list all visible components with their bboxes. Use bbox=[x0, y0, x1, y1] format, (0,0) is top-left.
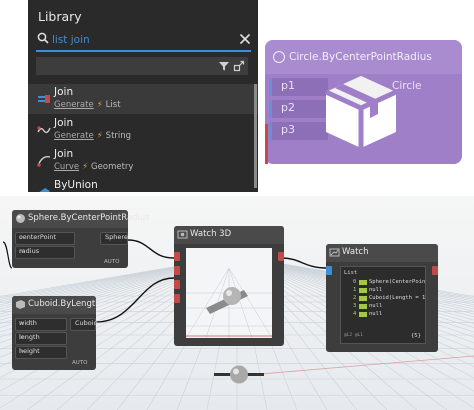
node-title: Sphere.ByCenterPointRadius bbox=[28, 213, 150, 223]
package-icon bbox=[324, 76, 398, 148]
watch3d-node[interactable]: Watch 3D bbox=[174, 226, 284, 346]
watch3d-viewport[interactable] bbox=[186, 248, 272, 338]
list-key-marker bbox=[359, 296, 367, 301]
sphere-node[interactable]: Sphere.ByCenterPointRadius centerPoint > … bbox=[12, 210, 150, 268]
result-type: String bbox=[105, 131, 132, 141]
solid-union-icon bbox=[39, 188, 50, 192]
background-geometry bbox=[214, 365, 264, 384]
lacing-label: AUTO bbox=[72, 360, 88, 366]
watch-node[interactable]: Watch List 0 Sphere(CenterPoin 1 null 2 … bbox=[326, 244, 438, 352]
watch-list-view[interactable]: List 0 Sphere(CenterPoin 1 null 2 Cuboid… bbox=[340, 266, 426, 344]
circle-icon bbox=[273, 51, 285, 63]
library-result-list-join[interactable]: Join Generate ⚡ List bbox=[28, 84, 258, 114]
library-filter-bar bbox=[36, 57, 248, 75]
input-width[interactable]: width > bbox=[15, 318, 67, 331]
input-pin[interactable] bbox=[174, 280, 180, 289]
input-pin[interactable] bbox=[174, 266, 180, 275]
list-key-marker bbox=[359, 312, 367, 317]
input-length[interactable]: length > bbox=[15, 332, 67, 345]
result-type: List bbox=[105, 100, 121, 110]
library-panel: Library Join Generate⚡List bbox=[28, 0, 258, 192]
string-join-icon bbox=[37, 126, 51, 134]
list-key-marker bbox=[359, 280, 367, 285]
result-name: Join bbox=[54, 148, 74, 160]
list-join-icon bbox=[38, 95, 50, 103]
list-row: null bbox=[369, 287, 383, 293]
library-result-byunion[interactable]: ByUnion bbox=[28, 177, 258, 192]
library-result-string-join[interactable]: Join Generate ⚡ String bbox=[28, 115, 258, 145]
bolt-icon: ⚡ bbox=[96, 100, 103, 110]
close-icon[interactable] bbox=[239, 33, 251, 45]
list-row: Sphere(CenterPoin bbox=[369, 279, 426, 285]
list-levels: @L2 @L1 bbox=[344, 333, 363, 338]
search-icon bbox=[37, 32, 49, 44]
input-pin[interactable] bbox=[174, 252, 180, 261]
output-pin[interactable] bbox=[278, 252, 284, 261]
result-name: Join bbox=[54, 117, 74, 129]
graph-canvas[interactable]: Sphere.ByCenterPointRadius centerPoint > … bbox=[0, 196, 474, 410]
result-category[interactable]: Generate bbox=[54, 131, 94, 141]
list-row: null bbox=[369, 311, 383, 317]
list-key-marker bbox=[359, 304, 367, 309]
library-result-curve-join[interactable]: Join Curve ⚡ Geometry bbox=[28, 146, 258, 176]
filter-icon[interactable] bbox=[218, 60, 230, 72]
cuboid-node[interactable]: Cuboid.ByLengths width > length > height > … bbox=[12, 296, 105, 370]
bolt-icon: ⚡ bbox=[82, 162, 89, 172]
layout-toggle-icon[interactable] bbox=[233, 60, 245, 72]
input-height[interactable]: height > bbox=[15, 346, 67, 359]
library-search-bar bbox=[36, 30, 251, 52]
input-centerpoint[interactable]: centerPoint > bbox=[15, 232, 75, 245]
list-row: Cuboid(Length = 1 bbox=[369, 295, 426, 301]
output-cuboid[interactable]: Cuboid bbox=[70, 318, 98, 331]
output-pin[interactable] bbox=[432, 266, 438, 275]
node-card-title: Circle.ByCenterPointRadius bbox=[289, 51, 432, 63]
input-pin[interactable] bbox=[326, 266, 332, 275]
search-input[interactable] bbox=[52, 32, 212, 48]
node-title: Watch 3D bbox=[190, 229, 232, 239]
list-key-marker bbox=[359, 288, 367, 293]
result-type: Geometry bbox=[91, 162, 134, 172]
input-pin[interactable] bbox=[174, 294, 180, 303]
curve-join-icon bbox=[37, 156, 51, 167]
library-scrollbar[interactable] bbox=[254, 84, 257, 188]
result-name: ByUnion bbox=[54, 179, 98, 191]
lacing-label: AUTO bbox=[104, 259, 120, 265]
cuboid-icon bbox=[16, 300, 25, 309]
list-row: null bbox=[369, 303, 383, 309]
result-category[interactable]: Generate bbox=[54, 100, 94, 110]
node-card-error-edge bbox=[265, 124, 268, 164]
watch3d-icon bbox=[177, 230, 188, 239]
list-count: {5} bbox=[411, 333, 421, 339]
node-title: Cuboid.ByLengths bbox=[28, 299, 105, 309]
result-category[interactable]: Curve bbox=[54, 162, 79, 172]
watch-icon bbox=[329, 248, 340, 257]
library-title: Library bbox=[38, 9, 82, 24]
input-radius[interactable]: radius > bbox=[15, 246, 75, 259]
node-title: Watch bbox=[342, 247, 369, 257]
result-name: Join bbox=[54, 86, 74, 98]
sphere-icon bbox=[16, 214, 25, 223]
list-header: List bbox=[344, 270, 358, 276]
output-sphere[interactable]: Sphere bbox=[100, 232, 128, 245]
bolt-icon: ⚡ bbox=[96, 131, 103, 141]
